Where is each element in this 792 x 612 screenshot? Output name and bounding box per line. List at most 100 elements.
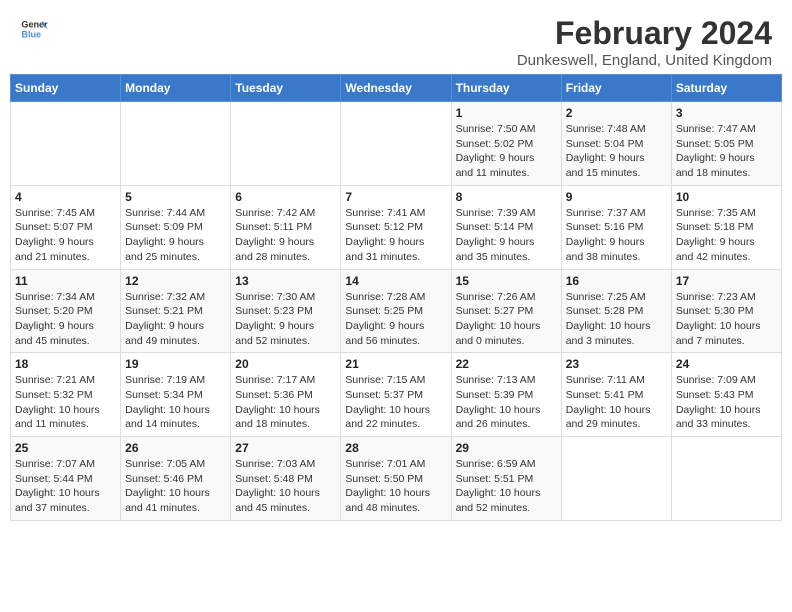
day-number: 24 — [676, 357, 777, 371]
day-info: Sunrise: 7:39 AM Sunset: 5:14 PM Dayligh… — [456, 206, 557, 265]
calendar-day-cell: 13 Sunrise: 7:30 AM Sunset: 5:23 PM Dayli… — [231, 269, 341, 353]
day-number: 29 — [456, 441, 557, 455]
calendar-day-cell — [341, 102, 451, 186]
day-number: 3 — [676, 106, 777, 120]
day-of-week-header: Friday — [561, 75, 671, 102]
day-number: 10 — [676, 190, 777, 204]
day-info: Sunrise: 7:45 AM Sunset: 5:07 PM Dayligh… — [15, 206, 116, 265]
day-info: Sunrise: 7:01 AM Sunset: 5:50 PM Dayligh… — [345, 457, 446, 516]
calendar-table: SundayMondayTuesdayWednesdayThursdayFrid… — [10, 74, 782, 521]
day-info: Sunrise: 7:11 AM Sunset: 5:41 PM Dayligh… — [566, 373, 667, 432]
day-number: 9 — [566, 190, 667, 204]
day-info: Sunrise: 7:44 AM Sunset: 5:09 PM Dayligh… — [125, 206, 226, 265]
calendar-day-cell: 28 Sunrise: 7:01 AM Sunset: 5:50 PM Dayli… — [341, 437, 451, 521]
calendar-day-cell: 10 Sunrise: 7:35 AM Sunset: 5:18 PM Dayli… — [671, 185, 781, 269]
calendar-day-cell: 3 Sunrise: 7:47 AM Sunset: 5:05 PM Daylig… — [671, 102, 781, 186]
day-info: Sunrise: 7:28 AM Sunset: 5:25 PM Dayligh… — [345, 290, 446, 349]
day-info: Sunrise: 7:41 AM Sunset: 5:12 PM Dayligh… — [345, 206, 446, 265]
day-number: 5 — [125, 190, 226, 204]
calendar-day-cell: 24 Sunrise: 7:09 AM Sunset: 5:43 PM Dayli… — [671, 353, 781, 437]
day-number: 15 — [456, 274, 557, 288]
calendar-week-row: 11 Sunrise: 7:34 AM Sunset: 5:20 PM Dayli… — [11, 269, 782, 353]
day-info: Sunrise: 7:17 AM Sunset: 5:36 PM Dayligh… — [235, 373, 336, 432]
main-title: February 2024 — [517, 15, 772, 52]
day-number: 19 — [125, 357, 226, 371]
subtitle: Dunkeswell, England, United Kingdom — [517, 52, 772, 69]
day-info: Sunrise: 7:30 AM Sunset: 5:23 PM Dayligh… — [235, 290, 336, 349]
day-info: Sunrise: 7:13 AM Sunset: 5:39 PM Dayligh… — [456, 373, 557, 432]
calendar-week-row: 1 Sunrise: 7:50 AM Sunset: 5:02 PM Daylig… — [11, 102, 782, 186]
calendar-day-cell: 25Sunrise: 7:07 AM Sunset: 5:44 PM Dayli… — [11, 437, 121, 521]
calendar-day-cell: 9 Sunrise: 7:37 AM Sunset: 5:16 PM Daylig… — [561, 185, 671, 269]
day-number: 18 — [15, 357, 116, 371]
day-number: 16 — [566, 274, 667, 288]
day-info: Sunrise: 7:15 AM Sunset: 5:37 PM Dayligh… — [345, 373, 446, 432]
day-info: Sunrise: 7:37 AM Sunset: 5:16 PM Dayligh… — [566, 206, 667, 265]
day-info: Sunrise: 7:03 AM Sunset: 5:48 PM Dayligh… — [235, 457, 336, 516]
calendar-day-cell — [11, 102, 121, 186]
day-info: Sunrise: 7:25 AM Sunset: 5:28 PM Dayligh… — [566, 290, 667, 349]
calendar-day-cell: 29 Sunrise: 6:59 AM Sunset: 5:51 PM Dayli… — [451, 437, 561, 521]
calendar-week-row: 25Sunrise: 7:07 AM Sunset: 5:44 PM Dayli… — [11, 437, 782, 521]
calendar-week-row: 4 Sunrise: 7:45 AM Sunset: 5:07 PM Daylig… — [11, 185, 782, 269]
calendar-day-cell — [121, 102, 231, 186]
calendar-day-cell: 12Sunrise: 7:32 AM Sunset: 5:21 PM Dayli… — [121, 269, 231, 353]
day-info: Sunrise: 7:21 AM Sunset: 5:32 PM Dayligh… — [15, 373, 116, 432]
calendar-day-cell: 6 Sunrise: 7:42 AM Sunset: 5:11 PM Daylig… — [231, 185, 341, 269]
day-info: Sunrise: 7:50 AM Sunset: 5:02 PM Dayligh… — [456, 122, 557, 181]
title-block: February 2024 Dunkeswell, England, Unite… — [517, 15, 772, 69]
calendar-day-cell — [671, 437, 781, 521]
calendar-day-cell — [231, 102, 341, 186]
day-info: Sunrise: 7:35 AM Sunset: 5:18 PM Dayligh… — [676, 206, 777, 265]
day-info: Sunrise: 7:23 AM Sunset: 5:30 PM Dayligh… — [676, 290, 777, 349]
calendar-day-cell — [561, 437, 671, 521]
calendar-day-cell: 20 Sunrise: 7:17 AM Sunset: 5:36 PM Dayli… — [231, 353, 341, 437]
day-info: Sunrise: 7:47 AM Sunset: 5:05 PM Dayligh… — [676, 122, 777, 181]
day-info: Sunrise: 7:48 AM Sunset: 5:04 PM Dayligh… — [566, 122, 667, 181]
calendar-header-row: SundayMondayTuesdayWednesdayThursdayFrid… — [11, 75, 782, 102]
day-of-week-header: Monday — [121, 75, 231, 102]
day-info: Sunrise: 7:07 AM Sunset: 5:44 PM Dayligh… — [15, 457, 116, 516]
day-info: Sunrise: 6:59 AM Sunset: 5:51 PM Dayligh… — [456, 457, 557, 516]
day-of-week-header: Saturday — [671, 75, 781, 102]
day-number: 1 — [456, 106, 557, 120]
day-number: 11 — [15, 274, 116, 288]
day-number: 6 — [235, 190, 336, 204]
day-number: 2 — [566, 106, 667, 120]
calendar-day-cell: 8 Sunrise: 7:39 AM Sunset: 5:14 PM Daylig… — [451, 185, 561, 269]
logo: General Blue — [20, 15, 48, 43]
day-info: Sunrise: 7:34 AM Sunset: 5:20 PM Dayligh… — [15, 290, 116, 349]
calendar-day-cell: 2 Sunrise: 7:48 AM Sunset: 5:04 PM Daylig… — [561, 102, 671, 186]
day-number: 4 — [15, 190, 116, 204]
day-info: Sunrise: 7:42 AM Sunset: 5:11 PM Dayligh… — [235, 206, 336, 265]
day-number: 7 — [345, 190, 446, 204]
calendar-day-cell: 22 Sunrise: 7:13 AM Sunset: 5:39 PM Dayli… — [451, 353, 561, 437]
day-number: 20 — [235, 357, 336, 371]
calendar-day-cell: 16 Sunrise: 7:25 AM Sunset: 5:28 PM Dayli… — [561, 269, 671, 353]
day-of-week-header: Wednesday — [341, 75, 451, 102]
calendar-day-cell: 15Sunrise: 7:26 AM Sunset: 5:27 PM Dayli… — [451, 269, 561, 353]
calendar-day-cell: 17Sunrise: 7:23 AM Sunset: 5:30 PM Dayli… — [671, 269, 781, 353]
day-info: Sunrise: 7:05 AM Sunset: 5:46 PM Dayligh… — [125, 457, 226, 516]
day-number: 22 — [456, 357, 557, 371]
calendar-day-cell: 26Sunrise: 7:05 AM Sunset: 5:46 PM Dayli… — [121, 437, 231, 521]
day-number: 8 — [456, 190, 557, 204]
calendar-day-cell: 1 Sunrise: 7:50 AM Sunset: 5:02 PM Daylig… — [451, 102, 561, 186]
calendar-day-cell: 21Sunrise: 7:15 AM Sunset: 5:37 PM Dayli… — [341, 353, 451, 437]
calendar-day-cell: 19Sunrise: 7:19 AM Sunset: 5:34 PM Dayli… — [121, 353, 231, 437]
day-number: 13 — [235, 274, 336, 288]
calendar-day-cell: 27 Sunrise: 7:03 AM Sunset: 5:48 PM Dayli… — [231, 437, 341, 521]
svg-text:Blue: Blue — [21, 29, 41, 39]
day-of-week-header: Tuesday — [231, 75, 341, 102]
day-number: 23 — [566, 357, 667, 371]
calendar-day-cell: 11 Sunrise: 7:34 AM Sunset: 5:20 PM Dayli… — [11, 269, 121, 353]
logo-icon: General Blue — [20, 15, 48, 43]
day-number: 27 — [235, 441, 336, 455]
calendar-day-cell: 14Sunrise: 7:28 AM Sunset: 5:25 PM Dayli… — [341, 269, 451, 353]
day-number: 28 — [345, 441, 446, 455]
day-info: Sunrise: 7:09 AM Sunset: 5:43 PM Dayligh… — [676, 373, 777, 432]
calendar-container: SundayMondayTuesdayWednesdayThursdayFrid… — [0, 74, 792, 531]
header: General Blue February 2024 Dunkeswell, E… — [0, 0, 792, 74]
calendar-day-cell: 7 Sunrise: 7:41 AM Sunset: 5:12 PM Daylig… — [341, 185, 451, 269]
day-info: Sunrise: 7:32 AM Sunset: 5:21 PM Dayligh… — [125, 290, 226, 349]
